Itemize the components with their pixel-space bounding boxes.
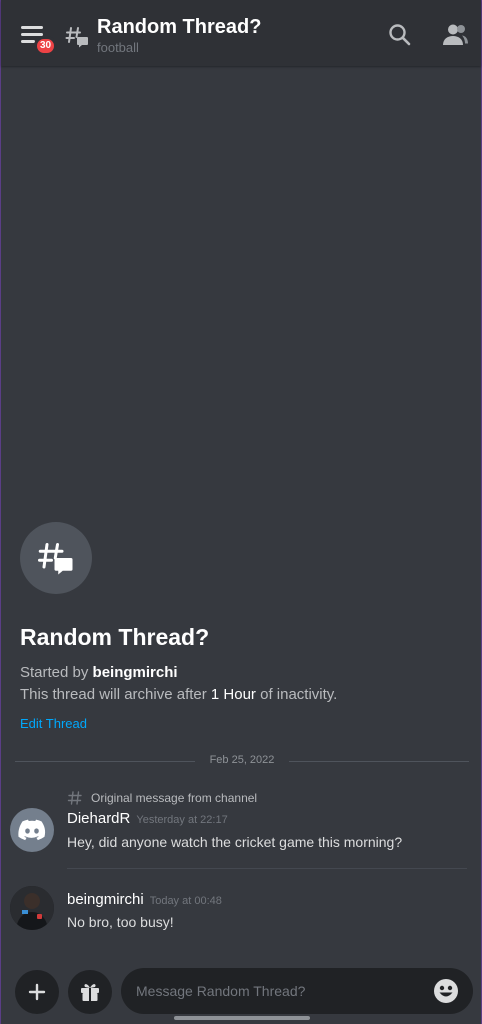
author-name[interactable]: beingmirchi: [67, 891, 144, 908]
top-bar: 30 Random Thread? football: [1, 0, 481, 66]
channel-name: football: [97, 40, 139, 55]
user-avatar-image: [10, 886, 54, 930]
original-message-reference[interactable]: Original message from channel: [67, 790, 257, 806]
archive-prefix: This thread will archive after: [20, 686, 211, 703]
avatar[interactable]: [10, 808, 54, 852]
archive-duration: 1 Hour: [210, 686, 256, 703]
reference-label: Original message from channel: [91, 791, 258, 805]
date-divider-label: Feb 25, 2022: [209, 754, 275, 766]
emoji-icon[interactable]: [432, 977, 460, 1005]
discord-logo-icon: [18, 819, 46, 841]
search-icon[interactable]: [387, 22, 413, 48]
author-name[interactable]: DiehardR: [67, 810, 130, 827]
plus-icon: [28, 983, 46, 1001]
date-divider: Feb 25, 2022: [15, 752, 469, 770]
message-text: Hey, did anyone watch the cricket game t…: [67, 834, 403, 850]
thread-started-by: Started by beingmirchi: [20, 664, 178, 681]
message-text: No bro, too busy!: [67, 914, 174, 930]
hash-icon: [67, 791, 82, 805]
add-attachment-button[interactable]: [15, 970, 59, 1014]
edit-thread-link[interactable]: Edit Thread: [20, 716, 87, 731]
gift-button[interactable]: [68, 970, 112, 1014]
started-by-user[interactable]: beingmirchi: [93, 664, 178, 681]
members-icon[interactable]: [441, 22, 469, 48]
avatar[interactable]: [10, 886, 54, 930]
message-author[interactable]: beingmirchi Today at 00:48: [67, 891, 222, 908]
message-separator: [67, 868, 467, 869]
thread-heading: Random Thread?: [20, 624, 210, 650]
message-input[interactable]: [121, 968, 473, 1014]
message-author[interactable]: DiehardR Yesterday at 22:17: [67, 810, 228, 827]
started-by-prefix: Started by: [20, 664, 93, 681]
message-timestamp: Today at 00:48: [149, 895, 222, 907]
page-title: Random Thread?: [97, 16, 262, 38]
home-indicator[interactable]: [174, 1016, 310, 1020]
thread-archive-notice: This thread will archive after 1 Hour of…: [20, 686, 337, 703]
notification-badge: 30: [34, 36, 58, 56]
thread-large-icon: [20, 522, 92, 594]
thread-icon: [38, 543, 73, 575]
gift-icon: [81, 984, 99, 1001]
message-timestamp: Yesterday at 22:17: [136, 814, 228, 826]
archive-suffix: of inactivity.: [255, 686, 338, 703]
thread-icon: [65, 27, 88, 48]
